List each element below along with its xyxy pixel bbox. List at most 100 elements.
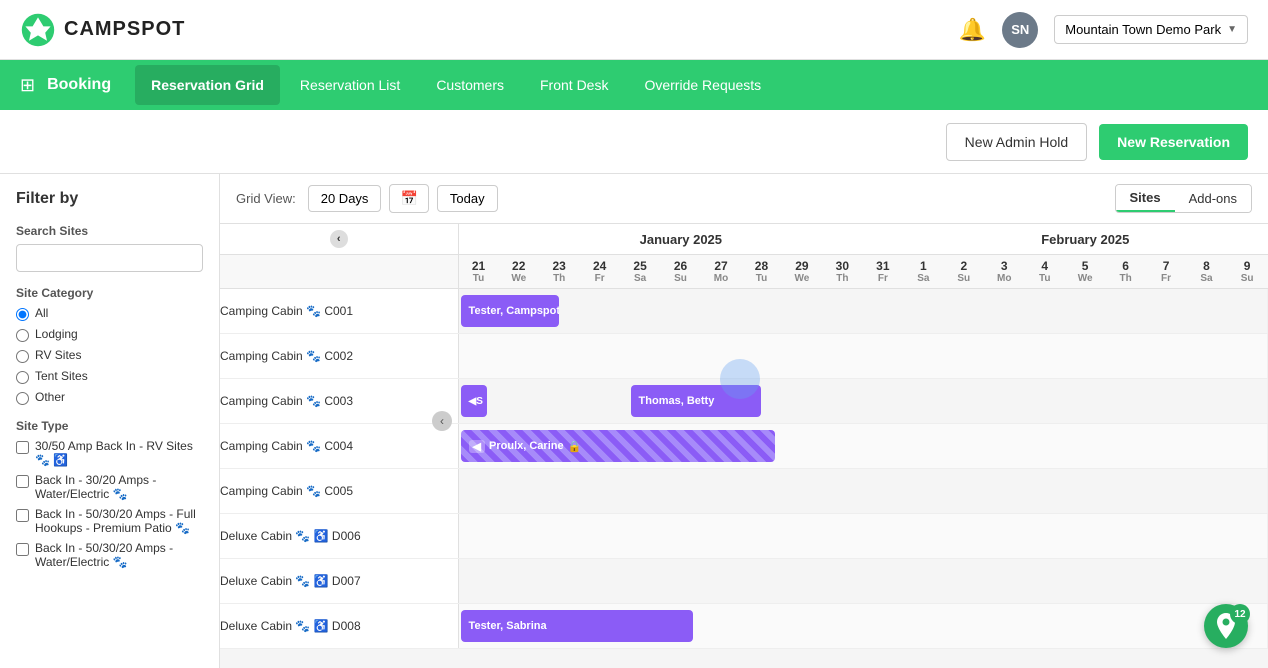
day-feb-3: 3Mo — [984, 255, 1024, 289]
left-arrow-icon: ◀ — [469, 440, 485, 453]
sidebar: Filter by Search Sites Site Category All… — [0, 174, 220, 668]
day-27: 27Mo — [701, 255, 741, 289]
table-row: Camping Cabin 🐾 C001 Tester, Campspot — [220, 289, 1268, 334]
table-row: Camping Cabin 🐾 C004 ◀ Proulx, Carine 🔒 — [220, 424, 1268, 469]
grid-icon[interactable]: ⊞ — [20, 75, 35, 96]
category-rv-sites[interactable]: RV Sites — [16, 348, 203, 363]
row-d006-cells — [458, 514, 1267, 559]
calendar-wrapper: ‹ January 2025 February 2025 21Tu 22We 2… — [220, 224, 1268, 668]
row-c002-cells — [458, 334, 1267, 379]
category-other[interactable]: Other — [16, 390, 203, 405]
reservation-c003-partial[interactable]: ◀S — [461, 385, 487, 417]
site-type-group: 30/50 Amp Back In - RV Sites 🐾 ♿ Back In… — [16, 439, 203, 569]
today-button[interactable]: Today — [437, 185, 498, 212]
day-23: 23Th — [539, 255, 579, 289]
day-25: 25Sa — [620, 255, 660, 289]
month-header-row: ‹ January 2025 February 2025 — [220, 224, 1268, 255]
search-sites-label: Search Sites — [16, 224, 203, 238]
prev-arrow-icon[interactable]: ‹ — [330, 230, 348, 248]
site-name-c002: Camping Cabin 🐾 C002 — [220, 334, 458, 379]
filter-title: Filter by — [16, 190, 203, 208]
site-name-c004: Camping Cabin 🐾 C004 — [220, 424, 458, 469]
row-d007-cells — [458, 559, 1267, 604]
feb-month-header: February 2025 — [903, 224, 1267, 255]
site-name-d007: Deluxe Cabin 🐾 ♿ D007 — [220, 559, 458, 604]
park-name: Mountain Town Demo Park — [1065, 22, 1221, 37]
top-nav: CAMPSPOT 🔔 SN Mountain Town Demo Park ▼ — [0, 0, 1268, 60]
day-feb-6: 6Th — [1105, 255, 1145, 289]
logo-text: CAMPSPOT — [64, 18, 185, 41]
day-feb-5: 5We — [1065, 255, 1105, 289]
reservation-proulx-carine[interactable]: ◀ Proulx, Carine 🔒 — [461, 430, 775, 462]
type-backIn-rv[interactable]: 30/50 Amp Back In - RV Sites 🐾 ♿ — [16, 439, 203, 467]
grid-area: Grid View: 20 Days 📅 Today Sites Add-ons — [220, 174, 1268, 668]
avatar[interactable]: SN — [1002, 12, 1038, 48]
tab-front-desk[interactable]: Front Desk — [524, 65, 624, 105]
category-all[interactable]: All — [16, 306, 203, 321]
site-col-header: ‹ — [220, 224, 458, 255]
calendar-table: ‹ January 2025 February 2025 21Tu 22We 2… — [220, 224, 1268, 649]
tab-reservation-list[interactable]: Reservation List — [284, 65, 416, 105]
reservation-tester-campspot[interactable]: Tester, Campspot — [461, 295, 559, 327]
collapse-sidebar-button[interactable]: ‹ — [432, 411, 452, 431]
tab-customers[interactable]: Customers — [420, 65, 520, 105]
site-category-label: Site Category — [16, 286, 203, 300]
toggle-sites-button[interactable]: Sites — [1116, 185, 1175, 212]
day-24: 24Fr — [579, 255, 619, 289]
site-name-c001: Camping Cabin 🐾 C001 — [220, 289, 458, 334]
notification-bell-icon[interactable]: 🔔 — [959, 17, 986, 43]
new-admin-hold-button[interactable]: New Admin Hold — [946, 123, 1088, 161]
day-feb-1: 1Sa — [903, 255, 943, 289]
toggle-addons-button[interactable]: Add-ons — [1175, 185, 1251, 212]
day-29: 29We — [782, 255, 822, 289]
grid-view-label: Grid View: — [236, 191, 296, 206]
day-21: 21Tu — [458, 255, 498, 289]
row-c001-cells: Tester, Campspot — [458, 289, 1267, 334]
day-31: 31Fr — [863, 255, 904, 289]
category-lodging[interactable]: Lodging — [16, 327, 203, 342]
site-category-group: All Lodging RV Sites Tent Sites Other — [16, 306, 203, 405]
day-feb-8: 8Sa — [1186, 255, 1226, 289]
site-name-c005: Camping Cabin 🐾 C005 — [220, 469, 458, 514]
map-pin-badge: 12 — [1230, 604, 1250, 624]
table-row: Deluxe Cabin 🐾 ♿ D008 Tester, Sabrina — [220, 604, 1268, 649]
reservation-tester-sabrina[interactable]: Tester, Sabrina — [461, 610, 693, 642]
row-d008-cells: Tester, Sabrina — [458, 604, 1267, 649]
table-row: Deluxe Cabin 🐾 ♿ D006 — [220, 514, 1268, 559]
tab-reservation-grid[interactable]: Reservation Grid — [135, 65, 280, 105]
reservation-thomas-betty[interactable]: Thomas, Betty — [631, 385, 761, 417]
main-layout: Filter by Search Sites Site Category All… — [0, 174, 1268, 668]
site-name-d006: Deluxe Cabin 🐾 ♿ D006 — [220, 514, 458, 559]
day-feb-9: 9Su — [1227, 255, 1268, 289]
day-28: 28Tu — [741, 255, 781, 289]
row-c005-cells — [458, 469, 1267, 514]
table-row: Camping Cabin 🐾 C005 — [220, 469, 1268, 514]
search-sites-input[interactable] — [16, 244, 203, 272]
jan-month-header: January 2025 — [458, 224, 903, 255]
day-26: 26Su — [660, 255, 700, 289]
logo-area: CAMPSPOT — [20, 12, 185, 48]
booking-label: Booking — [47, 76, 111, 94]
day-feb-2: 2Su — [944, 255, 984, 289]
new-reservation-button[interactable]: New Reservation — [1099, 124, 1248, 160]
calendar-picker-button[interactable]: 📅 — [389, 184, 428, 213]
campspot-logo-icon — [20, 12, 56, 48]
days-selector-button[interactable]: 20 Days — [308, 185, 382, 212]
grid-view-controls: Grid View: 20 Days 📅 Today — [236, 184, 498, 213]
green-nav: ⊞ Booking Reservation Grid Reservation L… — [0, 60, 1268, 110]
day-feb-4: 4Tu — [1024, 255, 1064, 289]
chevron-down-icon: ▼ — [1227, 24, 1237, 35]
type-backIn-water[interactable]: Back In - 50/30/20 Amps - Water/Electric… — [16, 541, 203, 569]
site-name-c003: Camping Cabin 🐾 C003 — [220, 379, 458, 424]
tab-override-requests[interactable]: Override Requests — [628, 65, 777, 105]
type-backIn-50-30[interactable]: Back In - 50/30/20 Amps - Full Hookups -… — [16, 507, 203, 535]
action-bar: New Admin Hold New Reservation — [0, 110, 1268, 174]
day-30: 30Th — [822, 255, 862, 289]
row-c003-cells: ◀S Thomas, Betty — [458, 379, 1267, 424]
day-22: 22We — [499, 255, 539, 289]
day-feb-7: 7Fr — [1146, 255, 1186, 289]
site-name-d008: Deluxe Cabin 🐾 ♿ D008 — [220, 604, 458, 649]
category-tent-sites[interactable]: Tent Sites — [16, 369, 203, 384]
park-selector[interactable]: Mountain Town Demo Park ▼ — [1054, 15, 1248, 44]
type-backIn-30-20[interactable]: Back In - 30/20 Amps - Water/Electric 🐾 — [16, 473, 203, 501]
